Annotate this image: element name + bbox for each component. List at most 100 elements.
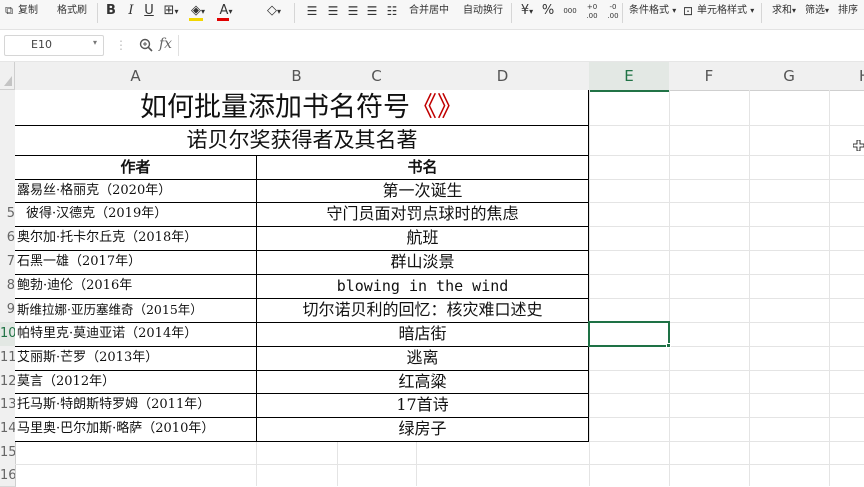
align-left-icon[interactable]: ☰	[305, 0, 319, 22]
grid-line	[669, 90, 670, 486]
merge-center-button[interactable]: 合并居中	[409, 0, 449, 22]
sheet-title[interactable]: 如何批量添加书名符号《》	[15, 90, 589, 125]
sort-button[interactable]: 排序	[838, 0, 858, 22]
book-cell[interactable]: 红高粱	[256, 370, 589, 393]
formula-input[interactable]	[178, 35, 864, 56]
table-border	[15, 202, 589, 203]
grid-line	[829, 90, 830, 486]
filter-button[interactable]: 筛选▾	[805, 0, 829, 22]
table-border	[256, 155, 257, 442]
grid-line	[15, 464, 864, 465]
book-cell[interactable]: 逃离	[256, 346, 589, 370]
select-all-corner[interactable]	[0, 62, 15, 90]
row-header[interactable]: 8	[0, 274, 16, 299]
table-border	[15, 274, 589, 275]
book-cell[interactable]: 绿房子	[256, 417, 589, 441]
row-header[interactable]: 7	[0, 250, 16, 275]
row-header[interactable]	[0, 90, 16, 126]
author-cell[interactable]: 帕特里克·莫迪亚诺（2014年）	[17, 322, 256, 346]
column-header-b[interactable]: B	[256, 62, 338, 91]
author-cell[interactable]: 马里奥·巴尔加斯·略萨（2010年）	[17, 417, 256, 441]
author-cell[interactable]: 石黑一雄（2017年）	[17, 250, 256, 274]
row-header[interactable]	[0, 155, 16, 180]
author-cell[interactable]: 彼得·汉德克（2019年）	[26, 202, 256, 226]
clear-format-icon[interactable]: ◇▾	[262, 0, 286, 22]
row-header[interactable]: 14	[0, 417, 16, 442]
align-right-icon[interactable]: ☰	[346, 0, 360, 22]
distributed-icon[interactable]: ☷	[385, 0, 399, 22]
conditional-format-button[interactable]: 条件格式 ▾	[629, 0, 676, 22]
book-cell[interactable]: blowing in the wind	[256, 274, 589, 298]
table-border	[15, 250, 589, 251]
header-author[interactable]: 作者	[15, 155, 256, 179]
title-text: 如何批量添加书名符号	[140, 92, 410, 123]
book-cell[interactable]: 切尔诺贝利的回忆：核灾难口述史	[256, 298, 589, 322]
row-header[interactable]: 16	[0, 464, 16, 487]
author-cell[interactable]: 鲍勃·迪伦（2016年	[17, 274, 256, 298]
sheet-subtitle[interactable]: 诺贝尔奖获得者及其名著	[15, 125, 589, 155]
fx-icon[interactable]: fx	[159, 36, 172, 52]
table-border	[15, 322, 589, 323]
column-header-d[interactable]: D	[416, 62, 590, 91]
thousands-button[interactable]: 000	[561, 0, 579, 22]
column-header-g[interactable]: G	[749, 62, 830, 91]
row-header[interactable]: 13	[0, 393, 16, 418]
selected-cell-e10[interactable]	[588, 321, 670, 347]
row-header[interactable]: 9	[0, 298, 16, 323]
formula-bar: E10 ▾ ⋮ fx	[0, 30, 864, 62]
fill-handle[interactable]	[666, 343, 671, 348]
increase-decimal-button[interactable]: +0 .00	[583, 3, 601, 25]
book-cell[interactable]: 第一次诞生	[256, 179, 589, 202]
row-header[interactable]: 5	[0, 202, 16, 227]
row-header[interactable]	[0, 179, 16, 203]
decrease-decimal-button[interactable]: -0 .00	[604, 3, 622, 25]
underline-button[interactable]: U	[141, 0, 157, 22]
book-cell[interactable]: 群山淡景	[256, 250, 589, 274]
column-header-c[interactable]: C	[337, 62, 417, 91]
book-cell[interactable]: 守门员面对罚点球时的焦虑	[256, 202, 589, 226]
grid-line	[749, 90, 750, 486]
book-cell[interactable]: 17首诗	[256, 393, 589, 417]
row-header[interactable]: 15	[0, 441, 16, 465]
row-header[interactable]: 6	[0, 226, 16, 251]
book-cell[interactable]: 航班	[256, 226, 589, 250]
cell-style-button[interactable]: 单元格样式 ▾	[697, 0, 754, 22]
column-header-h[interactable]: H	[829, 62, 864, 91]
column-header-a[interactable]: A	[15, 62, 257, 91]
author-cell[interactable]: 斯维拉娜·亚历塞维奇（2015年）	[17, 298, 256, 322]
author-cell[interactable]: 艾丽斯·芒罗（2013年）	[17, 346, 256, 370]
sum-button[interactable]: 求和▾	[772, 0, 796, 22]
author-cell[interactable]: 露易丝·格丽克（2020年）	[17, 179, 256, 202]
align-center-icon[interactable]: ☰	[326, 0, 340, 22]
row-header[interactable]	[0, 125, 16, 156]
zoom-formula-icon[interactable]	[139, 38, 153, 52]
wrap-text-button[interactable]: 自动换行	[463, 0, 503, 22]
name-box[interactable]: E10 ▾	[4, 35, 104, 56]
border-icon[interactable]: ⊞▾	[160, 0, 182, 22]
drag-handle-icon[interactable]: ⋮	[115, 38, 127, 52]
copy-icon[interactable]: ⧉	[2, 0, 16, 22]
name-box-value: E10	[31, 38, 52, 51]
toolbar-separator	[294, 3, 295, 23]
copy-button[interactable]: 复制	[18, 0, 38, 22]
chevron-down-icon[interactable]: ▾	[93, 38, 97, 47]
author-cell[interactable]: 托马斯·特朗斯特罗姆（2011年）	[17, 393, 256, 417]
author-cell[interactable]: 莫言（2012年）	[17, 370, 256, 393]
format-painter-button[interactable]: 格式刷	[57, 0, 87, 22]
percent-button[interactable]: %	[541, 0, 555, 22]
row-header[interactable]: 10	[0, 322, 16, 347]
row-header[interactable]: 12	[0, 370, 16, 394]
italic-button[interactable]: I	[124, 0, 138, 22]
book-cell[interactable]: 暗店街	[256, 322, 589, 346]
column-header-f[interactable]: F	[669, 62, 750, 91]
grid-line	[589, 90, 590, 486]
table-border	[15, 370, 589, 371]
header-book[interactable]: 书名	[256, 155, 589, 179]
row-header[interactable]: 11	[0, 346, 16, 371]
cursor-icon	[853, 140, 864, 151]
column-header-e[interactable]: E	[589, 62, 670, 92]
justify-icon[interactable]: ☰	[365, 0, 379, 22]
bold-button[interactable]: B	[103, 0, 119, 22]
author-cell[interactable]: 奥尔加·托卡尔丘克（2018年）	[17, 226, 256, 250]
currency-button[interactable]: ¥▾	[516, 0, 538, 22]
